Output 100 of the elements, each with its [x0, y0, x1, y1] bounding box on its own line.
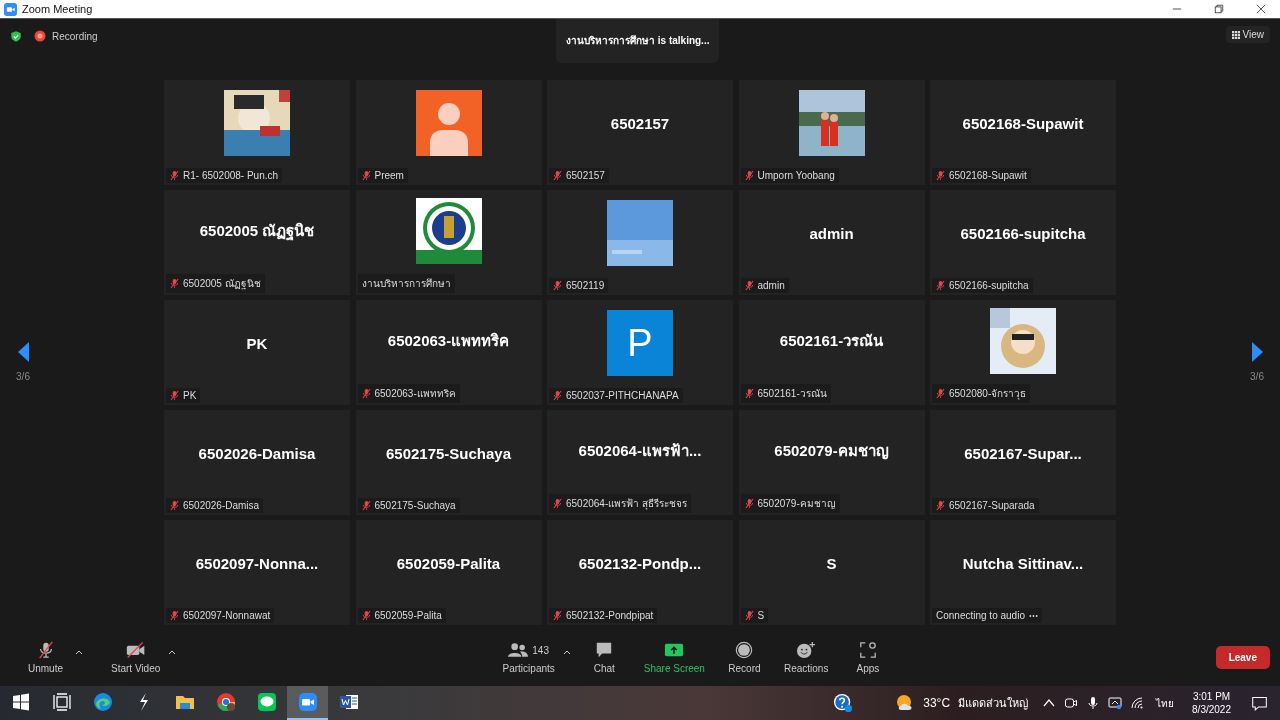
- weather-condition: มีแดดส่วนใหญ่: [958, 696, 1029, 712]
- muted-mic-icon: [744, 280, 754, 291]
- previous-page-arrow-icon[interactable]: [16, 341, 30, 363]
- zoom-taskbar-button[interactable]: [287, 686, 328, 720]
- start-video-button[interactable]: Start Video: [105, 641, 167, 674]
- participant-label: 6502168-Supawit: [949, 170, 1027, 181]
- participant-name: 6502167-Supar...: [964, 444, 1082, 462]
- participant-name: 6502175-Suchaya: [385, 444, 512, 462]
- microphone-icon[interactable]: [1086, 696, 1101, 710]
- share-button[interactable]: Share Screen: [637, 641, 711, 674]
- muted-mic-icon: [744, 388, 754, 399]
- screen-share-tray-icon[interactable]: [1108, 696, 1123, 710]
- participant-name: 6502132-Pondp...: [578, 554, 702, 572]
- apps-button[interactable]: Apps: [840, 641, 896, 674]
- participants-button[interactable]: 143 Participants: [496, 641, 561, 674]
- close-icon[interactable]: [1256, 4, 1266, 14]
- help-icon[interactable]: [833, 693, 854, 713]
- participant-name: 6502079-คมชาญ: [774, 441, 889, 462]
- reactions-button[interactable]: Reactions: [777, 641, 835, 674]
- talking-notice: งานบริหารการศึกษา is talking...: [556, 19, 720, 63]
- muted-mic-icon: [170, 278, 179, 289]
- video-camera-app-icon: [297, 692, 318, 712]
- people-icon: [508, 641, 529, 659]
- caret-icon[interactable]: [168, 649, 177, 655]
- participant-label: 6502063-แพททริค: [374, 387, 456, 401]
- participant-name: 6502064-แพรฟ้า...: [578, 441, 702, 461]
- document-app-icon: [338, 692, 359, 712]
- muted-mic-icon: [361, 610, 371, 621]
- muted-mic-icon: [744, 610, 754, 621]
- caret-icon[interactable]: [75, 649, 83, 655]
- wifi-icon[interactable]: [1130, 696, 1145, 710]
- page-indicator: 3/6: [1250, 371, 1264, 382]
- participant-label: 6502097-Nonnawat: [183, 610, 271, 621]
- muted-mic-icon: [170, 390, 179, 401]
- leave-button[interactable]: Leave: [1215, 646, 1270, 669]
- participant-label: 6502064-แพรฟ้า สุธีรีระชจร: [566, 497, 688, 511]
- participant-label: 6502037-PITHCHANAPA: [566, 390, 679, 401]
- muted-mic-icon: [170, 170, 179, 181]
- view-button[interactable]: View: [1225, 26, 1270, 43]
- record-button[interactable]: Record: [716, 641, 772, 674]
- temperature: 33°C: [923, 696, 951, 710]
- muted-mic-icon: [744, 498, 754, 509]
- participant-label: 6502119: [566, 280, 605, 291]
- apps-icon: [857, 641, 878, 659]
- muted-mic-icon: [553, 498, 562, 509]
- chrome-browser-icon: [215, 692, 236, 712]
- grid-icon: [1231, 30, 1240, 39]
- chat-app-icon: [256, 692, 277, 712]
- muted-mic-icon: [936, 280, 945, 291]
- notification-icon[interactable]: [1251, 694, 1268, 712]
- participant-name: 6502168-Supawit: [962, 114, 1084, 132]
- record-icon: [734, 641, 755, 659]
- unmute-button[interactable]: Unmute: [18, 641, 73, 674]
- participant-name: 6502157: [610, 114, 670, 132]
- participant-name: 6502097-Nonna...: [195, 554, 319, 572]
- participant-name: PK: [246, 334, 268, 352]
- participant-label: 6502166-supitcha: [949, 280, 1029, 291]
- participant-label: PK: [183, 390, 197, 401]
- participant-name: S: [826, 554, 837, 572]
- participant-name: 6502166-supitcha: [960, 224, 1086, 242]
- participant-label: 6502157: [566, 170, 605, 181]
- edge-browser-icon: [92, 692, 113, 712]
- participant-label: 6502079-คมชาญ: [757, 497, 836, 511]
- muted-mic-icon: [361, 500, 371, 511]
- participant-label: Connecting to audio: [936, 610, 1025, 621]
- muted-mic-icon: [744, 170, 754, 181]
- participant-label: Umporn Yoobang: [757, 170, 835, 181]
- recording-label: Recording: [52, 30, 98, 42]
- video-off-icon: [125, 641, 146, 659]
- muted-mic-icon: [170, 610, 179, 621]
- page-indicator: 3/6: [16, 371, 30, 382]
- caret-icon[interactable]: [562, 649, 571, 655]
- participant-name: 6502059-Palita: [396, 554, 501, 572]
- chat-button[interactable]: Chat: [576, 641, 632, 674]
- input-language[interactable]: ไทย: [1156, 695, 1175, 711]
- next-page-arrow-icon[interactable]: [1250, 341, 1264, 363]
- window-title: Zoom Meeting: [22, 3, 93, 15]
- share-screen-icon: [664, 641, 685, 659]
- muted-mic-icon: [936, 500, 945, 511]
- recording-dot-icon: [34, 30, 46, 42]
- participant-label: 6502080-จักราวุธ: [949, 387, 1027, 401]
- muted-mic-icon: [553, 170, 562, 181]
- restore-icon[interactable]: [1214, 4, 1224, 14]
- participant-label: 6502026-Damisa: [183, 500, 260, 511]
- participant-label: S: [757, 610, 765, 621]
- participant-label: 6502005 ณัฏฐนิช: [183, 277, 261, 291]
- clock-date[interactable]: 8/3/2022: [1192, 704, 1231, 715]
- participant-count: 143: [532, 644, 549, 656]
- clock-time[interactable]: 3:01 PM: [1192, 691, 1231, 702]
- smiley-plus-icon: [796, 641, 817, 659]
- task-view-icon: [51, 692, 72, 712]
- shield-icon[interactable]: [10, 29, 22, 43]
- muted-mic-icon: [361, 388, 371, 399]
- avatar-letter: P: [607, 310, 673, 376]
- participant-name: admin: [809, 224, 854, 242]
- participant-label: 6502167-Suparada: [949, 500, 1035, 511]
- camera-icon[interactable]: [1064, 696, 1079, 710]
- windows-logo-icon: [10, 692, 31, 712]
- participant-label: 6502175-Suchaya: [374, 500, 456, 511]
- participant-label: 6502059-Palita: [374, 610, 442, 621]
